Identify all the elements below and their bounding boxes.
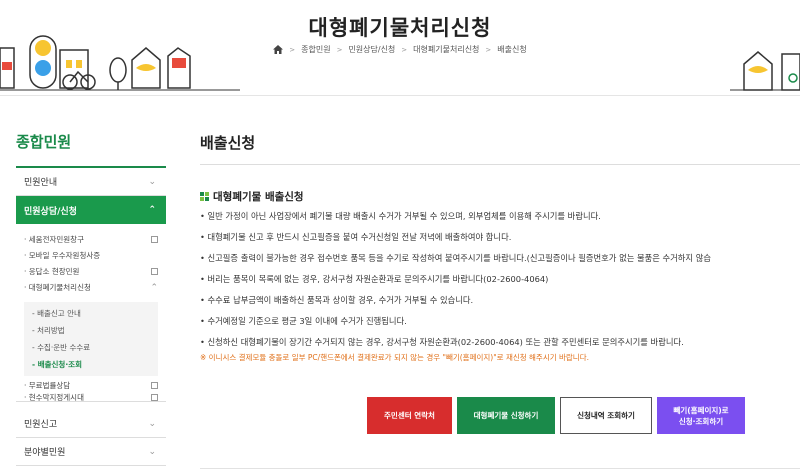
main-title-divider: [200, 164, 800, 165]
header-banner: 대형폐기물처리신청 > 종합민원 > 민원상담/신청 > 대형폐기물처리신청 >…: [0, 0, 800, 96]
breadcrumb-separator: >: [289, 45, 296, 54]
breadcrumb-separator: >: [401, 45, 408, 54]
payment-warning-note: ※ 이니시스 결제모듈 충돌로 일부 PC/핸드폰에서 결제완료가 되지 않는 …: [200, 353, 589, 362]
sidebar-subitem[interactable]: · 현수막지정게시대: [24, 392, 158, 403]
community-center-contact-button[interactable]: 주민센터 연락처: [367, 397, 452, 434]
sidebar-item-label: 민원안내: [24, 178, 58, 188]
sidebar-subitem-label: · 무료법률상담: [24, 381, 71, 390]
sidebar-subitem-active[interactable]: · 대형폐기물처리신청 ⌃: [24, 282, 158, 293]
sidebar-subsubitem[interactable]: - 수집·운반 수수료: [32, 342, 90, 353]
sidebar-item-report[interactable]: 민원신고 ⌄: [16, 410, 166, 438]
sidebar-item-civil-guide[interactable]: 민원안내 ⌄: [16, 168, 166, 196]
chevron-down-icon: ⌄: [148, 446, 156, 457]
section-bullet-icon: [200, 192, 209, 201]
application-history-button[interactable]: 신청내역 조회하기: [560, 397, 652, 434]
sidebar-subsubitem[interactable]: - 처리방법: [32, 325, 65, 336]
breadcrumb-item[interactable]: 대형폐기물처리신청: [413, 44, 479, 55]
sidebar-subitem-label: · 세움전자민원창구: [24, 235, 84, 244]
sidebar-item-label: 분야별민원: [24, 448, 66, 458]
breadcrumb: > 종합민원 > 민원상담/신청 > 대형폐기물처리신청 > 배출신청: [0, 44, 800, 55]
sidebar-subitem[interactable]: · 모바일 우수자원청사증: [24, 250, 158, 261]
ppaegi-button-label: 빼기(홈페이지)로 신청·조회하기: [673, 405, 728, 427]
notice-item: • 일반 가정이 아닌 사업장에서 폐기물 대량 배출시 수거가 거부될 수 있…: [200, 211, 601, 221]
sidebar-item-field-civil[interactable]: 분야별민원 ⌄: [16, 438, 166, 466]
external-link-icon: [151, 394, 158, 401]
sidebar-subitem-label: · 응답소 현장민원: [24, 267, 80, 276]
notice-list: • 일반 가정이 아닌 사업장에서 폐기물 대량 배출시 수거가 거부될 수 있…: [200, 209, 800, 356]
sidebar-subitem-label: · 대형폐기물처리신청: [24, 283, 91, 292]
notice-item: • 대형폐기물 신고 후 반드시 신고필증을 붙여 수거신청일 전날 저녁에 배…: [200, 232, 512, 242]
sidebar-item-label: 민원신고: [24, 420, 58, 430]
sidebar-subitem[interactable]: · 세움전자민원창구: [24, 234, 158, 245]
notice-item: • 수수료 납부금액이 배출하신 품목과 상이할 경우, 수거가 거부될 수 있…: [200, 295, 474, 305]
main-title: 배출신청: [200, 134, 256, 152]
ppaegi-button-label-line2: 신청·조회하기: [678, 416, 724, 426]
sidebar-subitem[interactable]: · 무료법률상담: [24, 380, 158, 391]
sidebar-submenu: · 세움전자민원창구 · 모바일 우수자원청사증 · 응답소 현장민원 · 대형…: [16, 224, 166, 402]
sidebar-subsubitem-current[interactable]: - 배출신청·조회: [32, 359, 82, 370]
sidebar-item-label: 민원상담/신청: [24, 206, 77, 217]
ppaegi-homepage-button[interactable]: 빼기(홈페이지)로 신청·조회하기: [657, 397, 745, 434]
sidebar-item-consult-apply[interactable]: 민원상담/신청 ⌃: [16, 196, 166, 224]
external-link-icon: [151, 236, 158, 243]
sidebar-heading: 종합민원: [16, 133, 72, 151]
section-title-text: 대형폐기물 배출신청: [213, 191, 304, 203]
sidebar-subitem-label: · 모바일 우수자원청사증: [24, 251, 101, 260]
sidebar-subsubitem[interactable]: - 배출신고 안내: [32, 308, 81, 319]
external-link-icon: [151, 382, 158, 389]
breadcrumb-separator: >: [485, 45, 492, 54]
chevron-down-icon: ⌄: [148, 176, 156, 187]
ppaegi-button-label-line1: 빼기(홈페이지)로: [673, 405, 729, 415]
breadcrumb-separator: >: [336, 45, 343, 54]
notice-item: • 수거예정일 기준으로 평균 3일 이내에 수거가 진행됩니다.: [200, 316, 407, 326]
notice-item: • 신고필증 출력이 불가능한 경우 접수번호 품목 등을 수기로 작성하여 붙…: [200, 253, 711, 263]
sidebar: 종합민원 민원안내 ⌄ 민원상담/신청 ⌃ · 세움전자민원창구 · 모바일 우…: [16, 96, 166, 474]
breadcrumb-item[interactable]: 민원상담/신청: [348, 44, 395, 55]
breadcrumb-item[interactable]: 종합민원: [301, 44, 330, 55]
sidebar-subitem[interactable]: · 응답소 현장민원: [24, 266, 158, 277]
sidebar-subitem-label: · 현수막지정게시대: [24, 393, 84, 402]
page-title: 대형폐기물처리신청: [308, 16, 492, 40]
city-illustration-right: [730, 51, 800, 91]
external-link-icon: [151, 268, 158, 275]
main-content: 배출신청 대형폐기물 배출신청 • 일반 가정이 아닌 사업장에서 폐기물 대량…: [200, 96, 800, 474]
apply-large-waste-button[interactable]: 대형폐기물 신청하기: [457, 397, 555, 434]
chevron-down-icon: ⌄: [148, 418, 156, 429]
sidebar-subsubmenu: - 배출신고 안내 - 처리방법 - 수집·운반 수수료 - 배출신청·조회: [24, 302, 158, 376]
section-title: 대형폐기물 배출신청: [200, 189, 304, 204]
breadcrumb-item-current: 배출신청: [497, 45, 527, 54]
chevron-up-icon: ⌃: [150, 282, 158, 293]
notice-item: • 버리는 품목이 목록에 없는 경우, 강서구청 자원순환과로 문의주시기를 …: [200, 274, 549, 284]
content-divider: [200, 468, 800, 469]
home-icon[interactable]: [273, 45, 284, 54]
chevron-up-icon: ⌃: [148, 205, 156, 215]
